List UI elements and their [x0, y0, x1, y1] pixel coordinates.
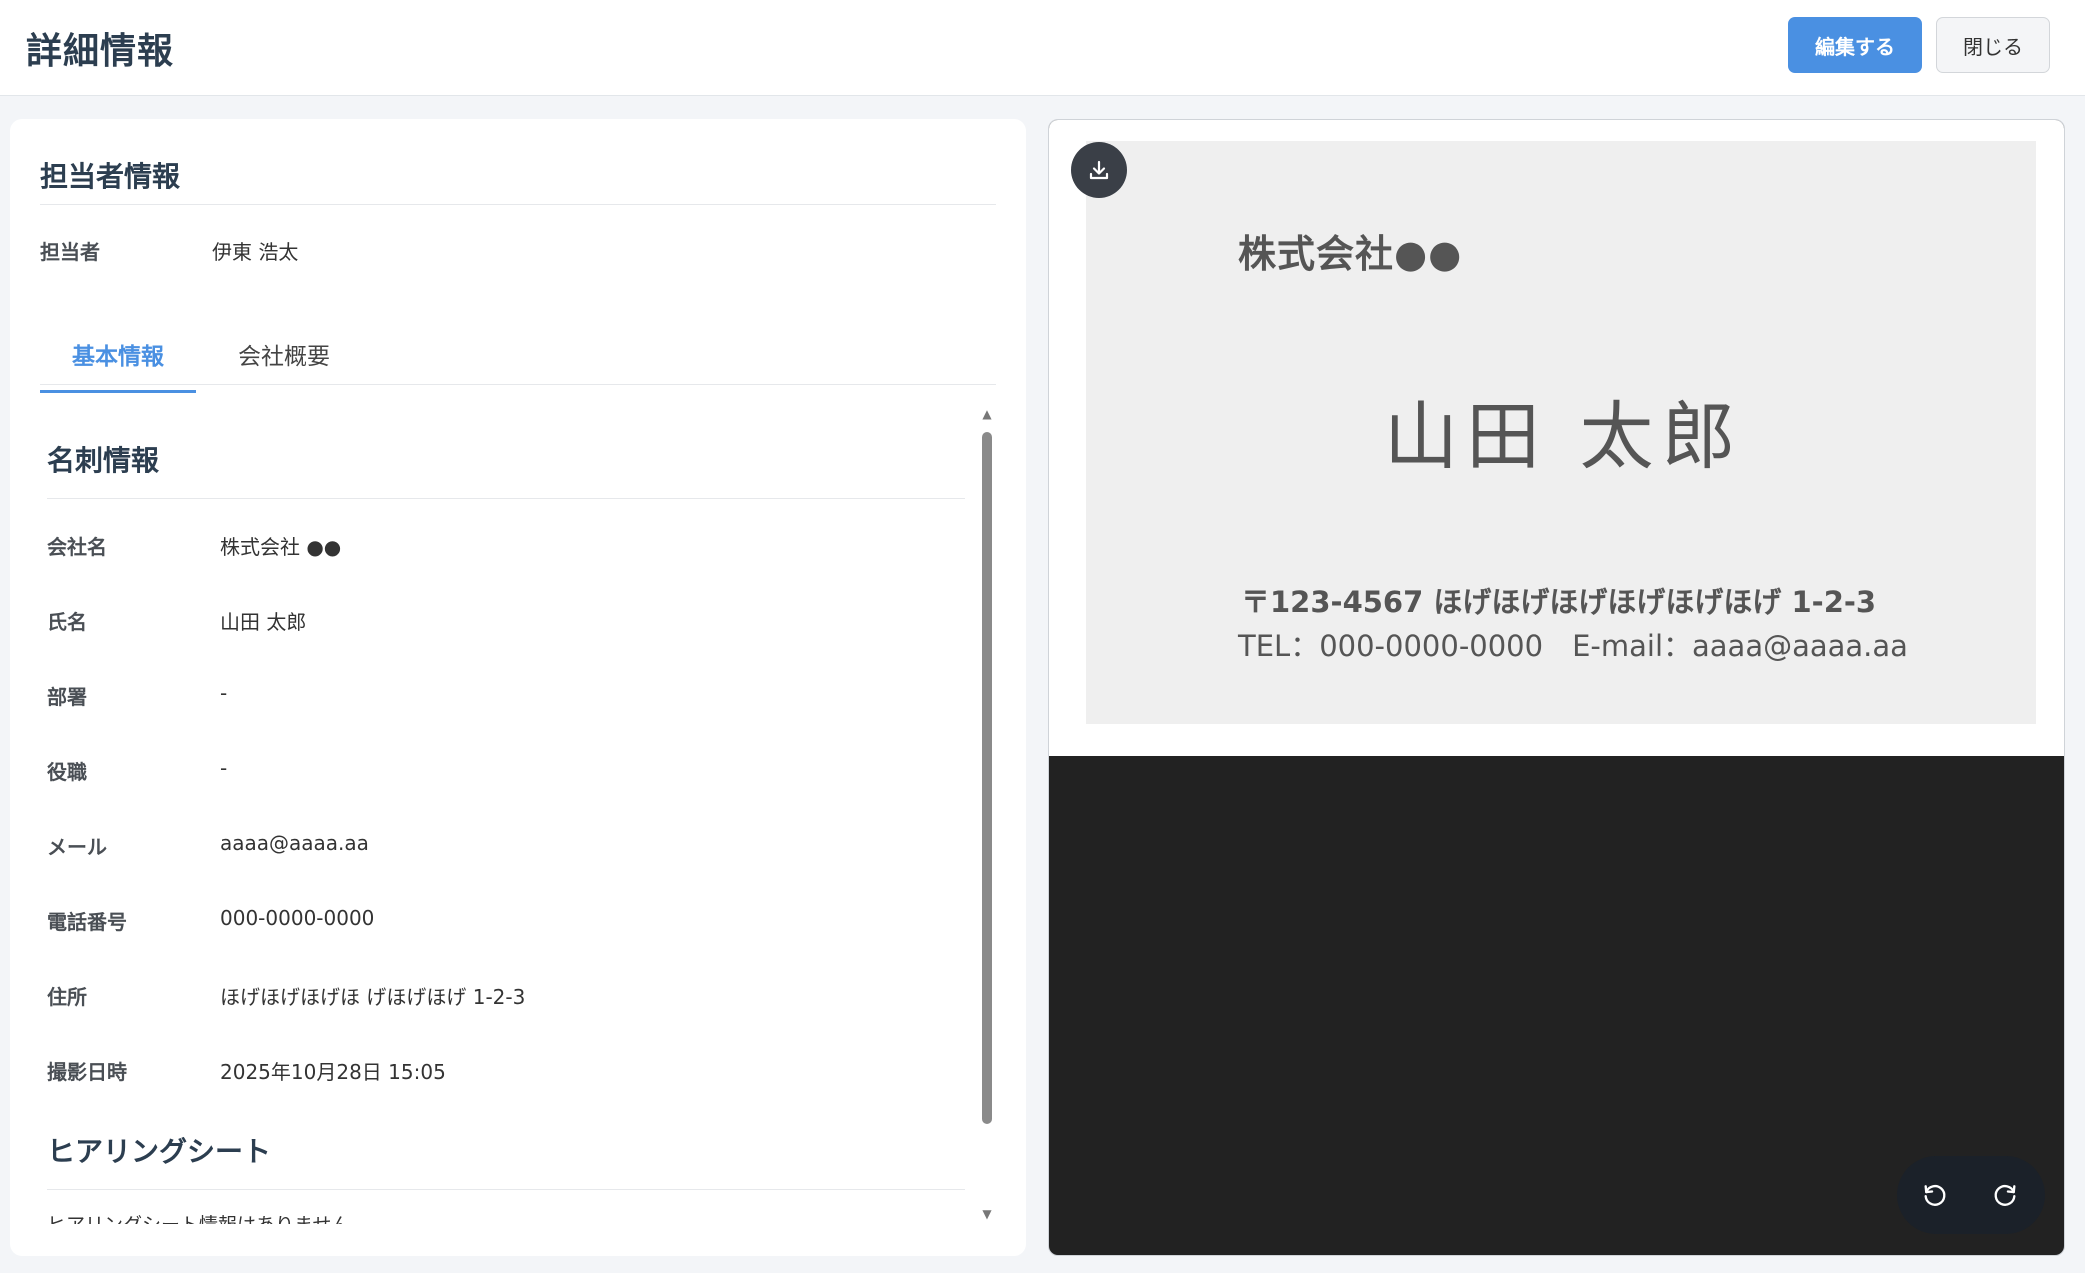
assignee-label: 担当者 — [40, 240, 100, 264]
assignee-value: 伊東 浩太 — [212, 240, 299, 264]
hearing-sheet-empty-message: ヒアリングシート情報はありません。 — [47, 1210, 369, 1224]
card-company-text: 株式会社●● — [1238, 232, 1463, 276]
rotate-right-button[interactable] — [1985, 1175, 2025, 1215]
department-label: 部署 — [47, 685, 87, 709]
rotate-left-button[interactable] — [1915, 1175, 1955, 1215]
position-label: 役職 — [47, 760, 87, 784]
scrollbar-thumb[interactable] — [982, 432, 992, 1124]
divider — [47, 1189, 965, 1190]
email-value: aaaa@aaaa.aa — [220, 831, 369, 855]
detail-scroll-area[interactable]: 名刺情報 会社名 株式会社 ●● 氏名 山田 太郎 部署 - 役職 - メール … — [40, 404, 1010, 1224]
email-label: メール — [47, 835, 107, 859]
full-name-label: 氏名 — [47, 610, 87, 634]
address-value: ほげほげほげほ げほげほげ 1-2-3 — [220, 985, 526, 1009]
card-name-text: 山田 太郎 — [1384, 394, 1744, 480]
hearing-sheet-section-title: ヒアリングシート — [47, 1135, 272, 1168]
rotate-right-icon — [1994, 1184, 2016, 1206]
detail-panel: 担当者情報 担当者 伊東 浩太 基本情報 会社概要 名刺情報 会社名 株式会社 … — [10, 119, 1026, 1256]
company-name-label: 会社名 — [47, 535, 107, 559]
assignee-section-title: 担当者情報 — [40, 160, 181, 193]
header-bar: 詳細情報 編集する 閉じる — [0, 0, 2085, 96]
phone-value: 000-0000-0000 — [220, 906, 375, 930]
scrollbar[interactable]: ▲ ▼ — [980, 408, 994, 1226]
card-image-frame: 株式会社●● 山田 太郎 〒123-4567 ほげほげほげほげほげほげ 1-2-… — [1049, 120, 2064, 756]
position-value: - — [220, 756, 228, 780]
tabs-divider — [40, 384, 996, 385]
rotate-left-icon — [1924, 1184, 1946, 1206]
divider — [47, 498, 965, 499]
card-image-viewer: 株式会社●● 山田 太郎 〒123-4567 ほげほげほげほげほげほげ 1-2-… — [1048, 119, 2065, 1256]
download-icon — [1089, 160, 1109, 180]
download-button[interactable] — [1071, 142, 1127, 198]
card-info-section-title: 名刺情報 — [47, 444, 160, 477]
business-card-image: 株式会社●● 山田 太郎 〒123-4567 ほげほげほげほげほげほげ 1-2-… — [1086, 141, 2036, 724]
rotate-controls — [1897, 1156, 2045, 1234]
phone-label: 電話番号 — [47, 910, 127, 934]
scroll-down-arrow-icon[interactable]: ▼ — [980, 1208, 994, 1220]
scroll-up-arrow-icon[interactable]: ▲ — [980, 408, 994, 420]
company-name-value: 株式会社 ●● — [220, 535, 342, 559]
edit-button[interactable]: 編集する — [1788, 17, 1922, 73]
page-title: 詳細情報 — [26, 31, 175, 72]
divider — [40, 204, 996, 205]
close-button[interactable]: 閉じる — [1936, 17, 2050, 73]
department-value: - — [220, 681, 228, 705]
card-address-text: 〒123-4567 ほげほげほげほげほげほげ 1-2-3 — [1241, 585, 1877, 619]
card-contact-text: TEL：000-0000-0000 E-mail：aaaa@aaaa.aa — [1238, 629, 1908, 663]
capture-datetime-label: 撮影日時 — [47, 1060, 127, 1084]
capture-datetime-value: 2025年10月28日 15:05 — [220, 1060, 446, 1084]
address-label: 住所 — [47, 985, 87, 1009]
full-name-value: 山田 太郎 — [220, 610, 307, 634]
